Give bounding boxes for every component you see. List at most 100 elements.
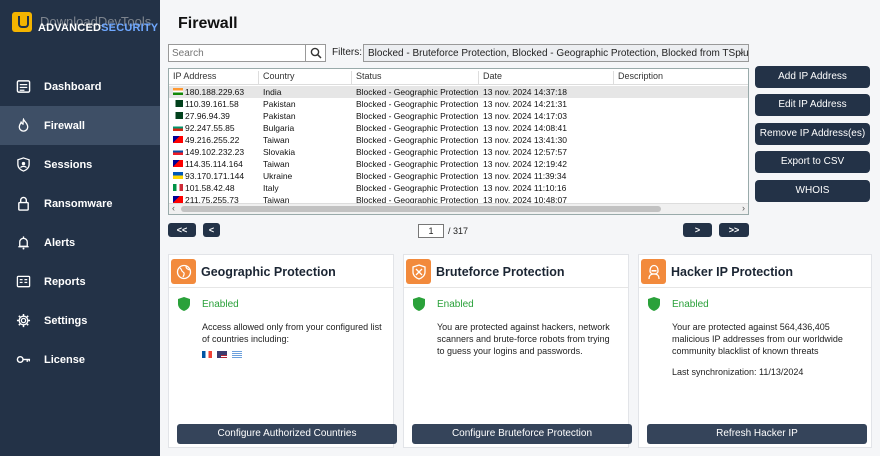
dashboard-icon [16, 80, 31, 93]
horizontal-scrollbar[interactable]: ‹ › [169, 203, 748, 214]
card-header: Bruteforce Protection [404, 255, 628, 288]
add-ip-button[interactable]: Add IP Address [755, 66, 870, 88]
sidebar-nav: Dashboard Firewall Sessions Ransomware A… [0, 67, 160, 379]
prev-page-button[interactable]: < [203, 223, 220, 237]
fire-icon [18, 118, 29, 132]
cell-date: 13 nov. 2024 13:41:30 [483, 135, 567, 145]
app-logo: DownloadDevTools ADVANCEDSECURITY [8, 10, 158, 46]
column-header-description[interactable]: Description [614, 71, 748, 85]
filters-dropdown[interactable]: Blocked - Bruteforce Protection, Blocked… [363, 44, 749, 62]
sidebar-item-alerts[interactable]: Alerts [0, 223, 160, 262]
cell-ip: 114.35.114.164 [185, 159, 243, 169]
cell-date: 13 nov. 2024 11:39:34 [483, 171, 567, 181]
sidebar-item-firewall[interactable]: Firewall [0, 106, 160, 145]
country-flag-icon [173, 112, 183, 119]
hacker-ip-protection-card: Hacker IP Protection Enabled Your are pr… [638, 254, 872, 448]
cell-country: Ukraine [263, 171, 293, 181]
scroll-left-icon[interactable]: ‹ [172, 203, 175, 213]
cell-ip: 149.102.232.23 [185, 147, 245, 157]
shield-block-icon [406, 259, 431, 284]
table-row[interactable]: 92.247.55.85 Bulgaria Blocked - Geographic… [169, 122, 748, 134]
last-page-button[interactable]: >> [719, 223, 749, 237]
sidebar-item-sessions[interactable]: Sessions [0, 145, 160, 184]
cell-ip: 101.58.42.48 [185, 183, 235, 193]
logo-text: ADVANCEDSECURITY [38, 22, 159, 34]
first-page-button[interactable]: << [168, 223, 196, 237]
sidebar-item-settings[interactable]: Settings [0, 301, 160, 340]
filters-label: Filters: [332, 47, 362, 58]
country-flag-icon [173, 148, 183, 155]
shield-check-icon [178, 297, 190, 311]
report-icon [16, 275, 31, 288]
cell-country: Slovakia [263, 147, 296, 157]
shield-user-icon [17, 157, 30, 172]
country-flag-icon [173, 100, 183, 107]
sidebar-item-label: Reports [44, 275, 86, 288]
ip-table[interactable]: IP Address Country Status Date Descripti… [168, 68, 749, 215]
card-title: Geographic Protection [201, 265, 336, 279]
bruteforce-protection-card: Bruteforce Protection Enabled You are pr… [403, 254, 632, 448]
edit-ip-button[interactable]: Edit IP Address [755, 94, 870, 116]
country-flag-icon [173, 136, 183, 143]
hacker-icon [641, 259, 666, 284]
sidebar-item-label: License [44, 353, 85, 366]
scroll-right-icon[interactable]: › [742, 203, 745, 213]
search-input[interactable] [168, 44, 306, 62]
sidebar-item-license[interactable]: License [0, 340, 160, 379]
card-title: Hacker IP Protection [671, 265, 794, 279]
table-row[interactable]: 110.39.161.58 Pakistan Blocked - Geographi… [169, 98, 748, 110]
sidebar-item-label: Sessions [44, 158, 93, 171]
column-header-country[interactable]: Country [259, 71, 352, 85]
cell-status: Blocked - Geographic Protection [356, 147, 479, 157]
scrollbar-thumb[interactable] [181, 206, 661, 212]
table-row[interactable]: 149.102.232.23 Slovakia Blocked - Geograph… [169, 146, 748, 158]
cell-country: Pakistan [263, 111, 296, 121]
sidebar-item-dashboard[interactable]: Dashboard [0, 67, 160, 106]
remove-ip-button[interactable]: Remove IP Address(es) [755, 123, 870, 145]
export-csv-button[interactable]: Export to CSV [755, 151, 870, 173]
sidebar-item-ransomware[interactable]: Ransomware [0, 184, 160, 223]
key-icon [16, 355, 31, 364]
cell-status: Blocked - Geographic Protection [356, 87, 479, 97]
cell-status: Blocked - Geographic Protection [356, 159, 479, 169]
next-page-button[interactable]: > [683, 223, 712, 237]
globe-icon [171, 259, 196, 284]
table-row[interactable]: 101.58.42.48 Italy Blocked - Geographic Pr… [169, 182, 748, 194]
sidebar-item-label: Alerts [44, 236, 76, 249]
bell-icon [18, 236, 29, 250]
shield-check-icon [413, 297, 425, 311]
gear-icon [16, 313, 31, 328]
chevron-down-icon: ⌄ [737, 46, 745, 56]
main-panel: Firewall Filters: Blocked - Bruteforce P… [160, 0, 880, 456]
table-row[interactable]: 114.35.114.164 Taiwan Blocked - Geographic… [169, 158, 748, 170]
cell-status: Blocked - Geographic Protection [356, 123, 479, 133]
authorized-countries-flags [202, 351, 242, 358]
cell-date: 13 nov. 2024 12:57:57 [483, 147, 567, 157]
table-row[interactable]: 93.170.171.144 Ukraine Blocked - Geographi… [169, 170, 748, 182]
country-flag-icon [173, 184, 183, 191]
search-button[interactable] [306, 44, 326, 62]
card-header: Hacker IP Protection [639, 255, 871, 288]
whois-button[interactable]: WHOIS [755, 180, 870, 202]
configure-bruteforce-button[interactable]: Configure Bruteforce Protection [412, 424, 632, 444]
column-header-ip[interactable]: IP Address [169, 71, 259, 85]
cell-status: Blocked - Geographic Protection [356, 99, 479, 109]
table-row[interactable]: 180.188.229.63 India Blocked - Geographic … [169, 86, 748, 98]
page-number-input[interactable]: 1 [418, 224, 444, 238]
table-row[interactable]: 27.96.94.39 Pakistan Blocked - Geographic … [169, 110, 748, 122]
refresh-hacker-ip-button[interactable]: Refresh Hacker IP [647, 424, 867, 444]
table-row[interactable]: 49.216.255.22 Taiwan Blocked - Geographic … [169, 134, 748, 146]
column-header-date[interactable]: Date [479, 71, 614, 85]
filters-value: Blocked - Bruteforce Protection, Blocked… [368, 48, 749, 59]
card-description: You are protected against hackers, netwo… [437, 322, 610, 356]
card-description: Your are protected against 564,436,405 m… [672, 322, 843, 356]
cell-status: Blocked - Geographic Protection [356, 183, 479, 193]
shield-check-icon [648, 297, 660, 311]
page-title: Firewall [178, 15, 238, 32]
configure-countries-button[interactable]: Configure Authorized Countries [177, 424, 397, 444]
cell-country: India [263, 87, 282, 97]
cell-date: 13 nov. 2024 12:19:42 [483, 159, 567, 169]
sidebar-item-reports[interactable]: Reports [0, 262, 160, 301]
search-icon [310, 47, 322, 59]
column-header-status[interactable]: Status [352, 71, 479, 85]
